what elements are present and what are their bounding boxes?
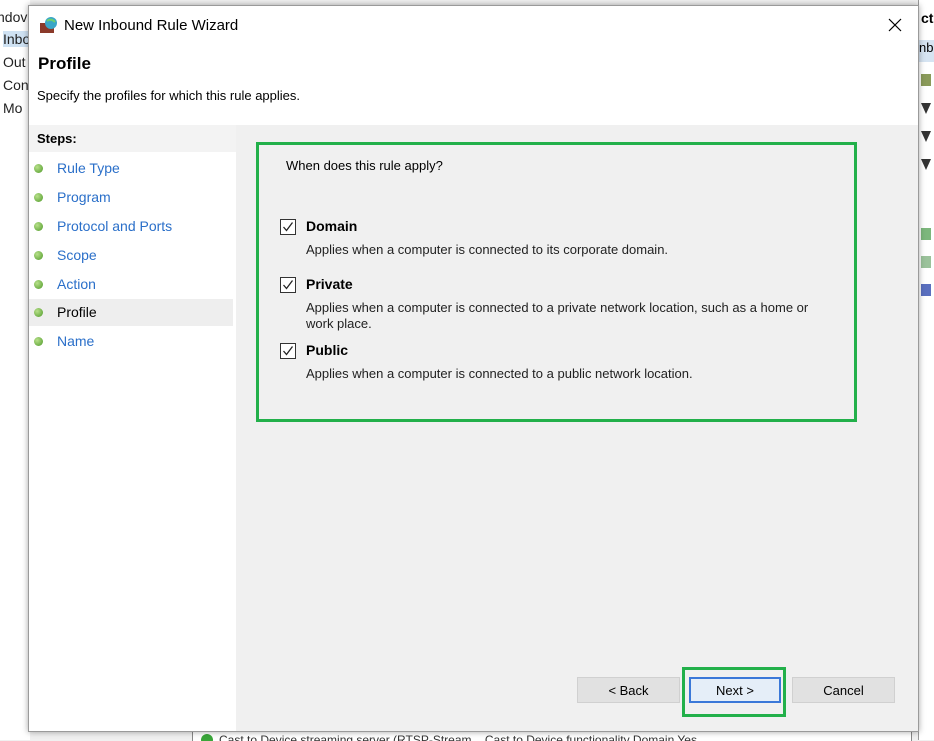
background-title-fragment: ndov bbox=[0, 9, 28, 25]
step-rule-type[interactable]: Rule Type bbox=[29, 155, 233, 182]
step-bullet-icon bbox=[34, 164, 43, 173]
page-title: Profile bbox=[38, 54, 91, 73]
step-profile[interactable]: Profile bbox=[29, 299, 233, 326]
step-scope[interactable]: Scope bbox=[29, 242, 233, 269]
export-icon[interactable] bbox=[921, 256, 931, 268]
filter-icon[interactable] bbox=[921, 102, 931, 114]
step-bullet-icon bbox=[34, 222, 43, 231]
step-bullet-icon bbox=[34, 280, 43, 289]
firewall-app-icon bbox=[39, 16, 59, 34]
page-description: Specify the profiles for which this rule… bbox=[37, 88, 301, 103]
title-bar[interactable]: New Inbound Rule Wizard bbox=[29, 6, 918, 44]
step-label[interactable]: Action bbox=[57, 276, 96, 292]
private-checkbox[interactable] bbox=[280, 277, 296, 293]
profile-options-highlight: When does this rule apply? Domain Applie… bbox=[256, 142, 857, 422]
steps-header: Steps: bbox=[29, 125, 236, 152]
new-rule-icon[interactable] bbox=[921, 74, 931, 86]
public-checkbox[interactable] bbox=[280, 343, 296, 359]
step-protocol-and-ports[interactable]: Protocol and Ports bbox=[29, 213, 233, 240]
window-title: New Inbound Rule Wizard bbox=[64, 17, 239, 34]
option-description: Applies when a computer is connected to … bbox=[306, 242, 669, 257]
background-actions-pane: cti nbo bbox=[918, 0, 934, 740]
background-nav-item-connection[interactable]: Con bbox=[3, 77, 29, 93]
step-label[interactable]: Protocol and Ports bbox=[57, 218, 172, 234]
option-name[interactable]: Domain bbox=[306, 218, 357, 234]
back-button[interactable]: < Back bbox=[577, 677, 680, 703]
step-bullet-icon bbox=[34, 308, 43, 317]
option-name[interactable]: Public bbox=[306, 342, 348, 358]
steps-pane: Steps: Rule Type Program Protocol and Po… bbox=[29, 125, 236, 731]
checkmark-icon bbox=[283, 280, 294, 290]
cancel-button[interactable]: Cancel bbox=[792, 677, 895, 703]
step-label[interactable]: Program bbox=[57, 189, 111, 205]
close-icon bbox=[888, 18, 902, 32]
step-bullet-icon bbox=[34, 193, 43, 202]
steps-label: Steps: bbox=[37, 131, 77, 146]
new-inbound-rule-wizard-dialog: New Inbound Rule Wizard Profile Specify … bbox=[28, 5, 919, 732]
background-window-left: ndov Inbo Out Con Mo bbox=[0, 0, 30, 740]
option-description: Applies when a computer is connected to … bbox=[306, 300, 809, 331]
step-name[interactable]: Name bbox=[29, 328, 233, 355]
domain-checkbox[interactable] bbox=[280, 219, 296, 235]
filter-icon[interactable] bbox=[921, 130, 931, 142]
refresh-icon[interactable] bbox=[921, 228, 931, 240]
close-button[interactable] bbox=[872, 6, 918, 44]
actions-subheader: nbo bbox=[919, 40, 934, 62]
step-label: Profile bbox=[57, 304, 97, 320]
question-label: When does this rule apply? bbox=[286, 158, 443, 173]
profile-content-pane: When does this rule apply? Domain Applie… bbox=[236, 125, 918, 731]
step-label[interactable]: Rule Type bbox=[57, 160, 120, 176]
step-action[interactable]: Action bbox=[29, 271, 233, 298]
next-button[interactable]: Next > bbox=[689, 677, 781, 703]
option-name[interactable]: Private bbox=[306, 276, 353, 292]
background-nav-item-monitoring[interactable]: Mo bbox=[3, 100, 22, 116]
background-nav-item-outbound[interactable]: Out bbox=[3, 54, 26, 70]
step-bullet-icon bbox=[34, 337, 43, 346]
background-nav-item-inbound[interactable]: Inbo bbox=[3, 31, 30, 47]
step-label[interactable]: Name bbox=[57, 333, 94, 349]
step-bullet-icon bbox=[34, 251, 43, 260]
actions-header: cti bbox=[921, 10, 934, 26]
checkmark-icon bbox=[283, 346, 294, 356]
step-program[interactable]: Program bbox=[29, 184, 233, 211]
step-label[interactable]: Scope bbox=[57, 247, 97, 263]
option-description: Applies when a computer is connected to … bbox=[306, 366, 693, 381]
help-icon[interactable] bbox=[921, 284, 931, 296]
checkmark-icon bbox=[283, 222, 294, 232]
filter-icon[interactable] bbox=[921, 158, 931, 170]
